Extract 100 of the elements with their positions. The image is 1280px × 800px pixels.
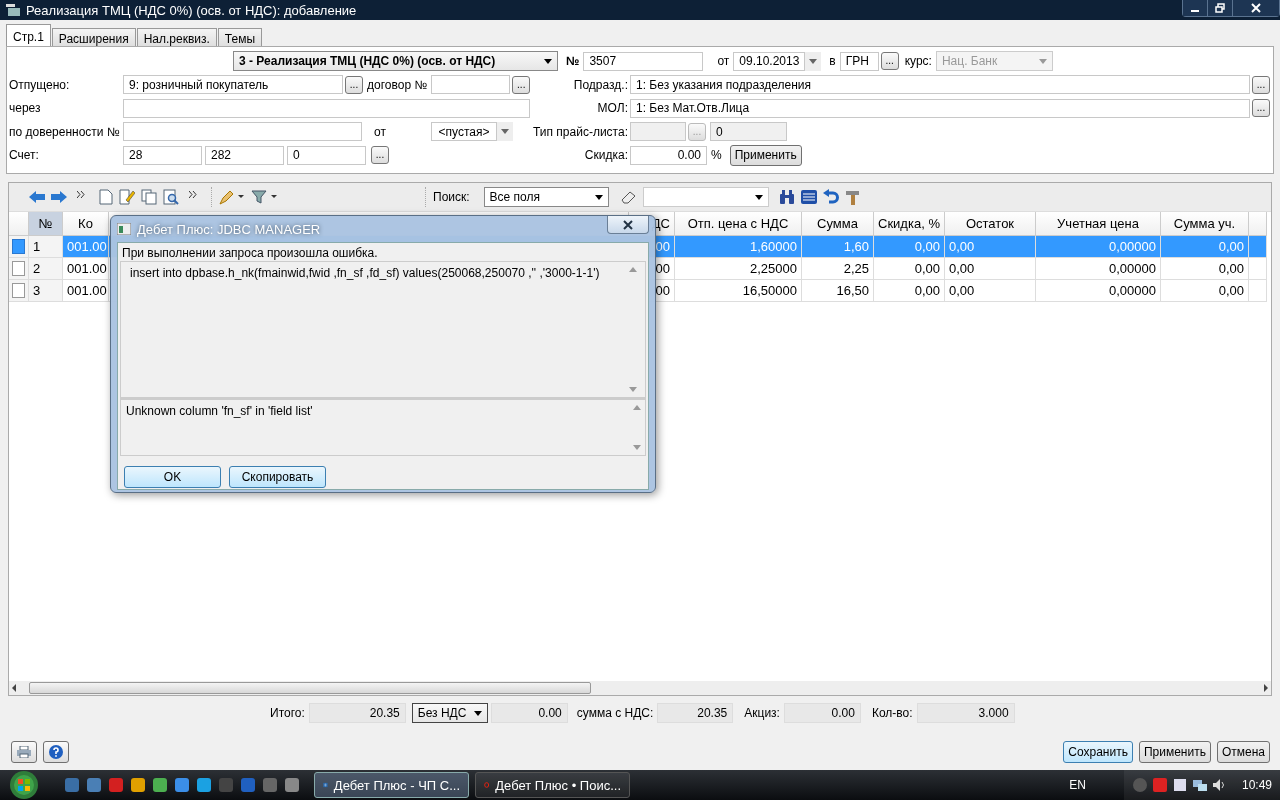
mol-field[interactable]: 1: Без Мат.Отв.Лица	[630, 98, 1250, 118]
browse-button[interactable]: ...	[512, 75, 531, 94]
close-button[interactable]	[1233, 0, 1279, 16]
department-field[interactable]: 1: Без указания подразделения	[630, 75, 1250, 95]
app-icon[interactable]	[108, 777, 124, 793]
scroll-up-icon[interactable]	[633, 405, 641, 410]
overflow-icon[interactable]	[77, 190, 85, 198]
undo-icon[interactable]	[822, 189, 839, 205]
table-cell	[1249, 258, 1267, 280]
binoculars-icon[interactable]	[778, 189, 795, 205]
query-text-area[interactable]: insert into dpbase.h_nk(fmainwid,fwid ,fn_sf ,fd_sf) values(250068,250070 ,'' ,'3000-1-1')	[120, 261, 646, 399]
app-icon[interactable]	[174, 777, 190, 793]
marker-icon[interactable]	[219, 189, 245, 205]
price-list-field[interactable]	[630, 122, 686, 142]
eraser-icon[interactable]	[620, 190, 637, 204]
scroll-down-icon[interactable]	[629, 387, 637, 392]
scroll-up-icon[interactable]	[629, 267, 637, 272]
ok-button[interactable]: OK	[124, 466, 221, 488]
table-cell: 0,00	[1161, 258, 1249, 280]
app-icon[interactable]	[152, 777, 168, 793]
search-field[interactable]	[642, 187, 769, 207]
apply-discount-button[interactable]: Применить	[729, 144, 802, 166]
edit-document-icon[interactable]	[119, 189, 135, 205]
horizontal-scrollbar[interactable]	[9, 681, 1271, 695]
currency-field[interactable]: ГРН	[839, 51, 879, 71]
app-icon[interactable]	[196, 777, 212, 793]
tab[interactable]: Расширения	[51, 28, 136, 48]
apply-button[interactable]: Применить	[1138, 741, 1211, 763]
table-cell: 0,00	[945, 280, 1036, 302]
account-field[interactable]: 0	[287, 145, 366, 165]
arrow-right-icon[interactable]	[51, 191, 67, 203]
discount-field[interactable]: 0.00	[630, 145, 707, 165]
column-header[interactable]: Отп. цена с НДС	[675, 212, 802, 236]
document-type-dropdown[interactable]: 3 - Реализация ТМЦ (НДС 0%) (осв. от НДС)	[233, 51, 558, 71]
column-header[interactable]: Ко	[63, 212, 109, 236]
restore-button[interactable]	[1208, 0, 1233, 16]
browse-button[interactable]: ...	[1252, 75, 1270, 94]
clock[interactable]: 10:49	[1241, 778, 1272, 792]
vat-mode-dropdown[interactable]: Без НДС	[411, 703, 488, 723]
number-field[interactable]: 3507	[583, 51, 704, 71]
preview-icon[interactable]	[163, 189, 179, 205]
account-field[interactable]: 28	[123, 145, 202, 165]
arrow-left-icon[interactable]	[29, 191, 45, 203]
date-field[interactable]: 09.10.2013	[733, 51, 806, 71]
print-button[interactable]	[11, 741, 37, 763]
search-scope-dropdown[interactable]: Все поля	[483, 187, 609, 207]
column-header[interactable]: Сумма	[802, 212, 874, 236]
close-button[interactable]	[607, 216, 649, 234]
price-list-label: Тип прайс-листа:	[532, 124, 629, 139]
column-header[interactable]: Скидка, %	[874, 212, 945, 236]
browse-button[interactable]: ...	[345, 75, 363, 94]
language-indicator[interactable]: EN	[1069, 778, 1086, 792]
column-header[interactable]: Учетная цена	[1036, 212, 1161, 236]
price-code-field[interactable]: 0	[710, 122, 787, 142]
cancel-button[interactable]: Отмена	[1216, 741, 1270, 763]
released-label: Отпущено:	[8, 77, 71, 92]
dropdown-button[interactable]	[497, 122, 513, 142]
browse-button[interactable]: ...	[880, 52, 899, 70]
copy-button[interactable]: Скопировать	[229, 466, 326, 488]
column-header[interactable]: Сумма уч.	[1161, 212, 1249, 236]
hammer-icon[interactable]	[844, 189, 861, 205]
released-field[interactable]: 9: розничный покупатель	[123, 75, 343, 95]
proxy-field[interactable]	[123, 122, 362, 142]
new-document-icon[interactable]	[99, 189, 113, 205]
proxy-date-field[interactable]: <пустая>	[431, 122, 497, 142]
network-icon[interactable]	[1191, 777, 1208, 793]
tab[interactable]: Стр.1	[6, 24, 51, 48]
help-button[interactable]	[43, 741, 69, 763]
overflow-icon[interactable]	[189, 190, 197, 198]
taskbar-button[interactable]: Дебет Плюс • Поис...	[475, 772, 630, 798]
app-icon[interactable]	[130, 777, 146, 793]
contract-field[interactable]	[431, 75, 511, 95]
app-icon[interactable]	[284, 777, 300, 793]
via-field[interactable]	[123, 98, 530, 118]
column-header[interactable]: №	[29, 212, 63, 236]
list-icon[interactable]	[800, 189, 817, 205]
table-cell: 0,00	[1161, 236, 1249, 258]
dropdown-button[interactable]	[805, 51, 822, 71]
column-header[interactable]: Остаток	[945, 212, 1036, 236]
table-cell: 1,60000	[675, 236, 802, 258]
browse-button[interactable]: ...	[1252, 99, 1270, 118]
quantity-field: 3.000	[916, 703, 1015, 723]
caret-icon	[544, 58, 552, 64]
app-icon[interactable]	[86, 777, 102, 793]
error-text-area[interactable]: Unknown column 'fn_sf' in 'field list'	[120, 399, 646, 456]
scroll-down-icon[interactable]	[633, 445, 641, 450]
copy-icon[interactable]	[141, 189, 157, 205]
taskbar-button[interactable]: Дебет Плюс - ЧП С...	[314, 772, 469, 798]
scroll-right-icon[interactable]	[1261, 682, 1271, 694]
tab[interactable]: Темы	[217, 28, 263, 48]
app-icon[interactable]	[64, 777, 80, 793]
mol-label: МОЛ:	[596, 101, 629, 116]
save-button[interactable]: Сохранить	[1063, 741, 1133, 763]
account-field[interactable]: 282	[205, 145, 284, 165]
tray-icon[interactable]	[1171, 777, 1188, 793]
tab[interactable]: Нал.реквиз.	[136, 28, 217, 48]
table-cell: 16,50	[802, 280, 874, 302]
minimize-button[interactable]	[1183, 0, 1208, 16]
browse-button[interactable]: ...	[371, 146, 389, 165]
filter-icon[interactable]	[251, 189, 279, 205]
